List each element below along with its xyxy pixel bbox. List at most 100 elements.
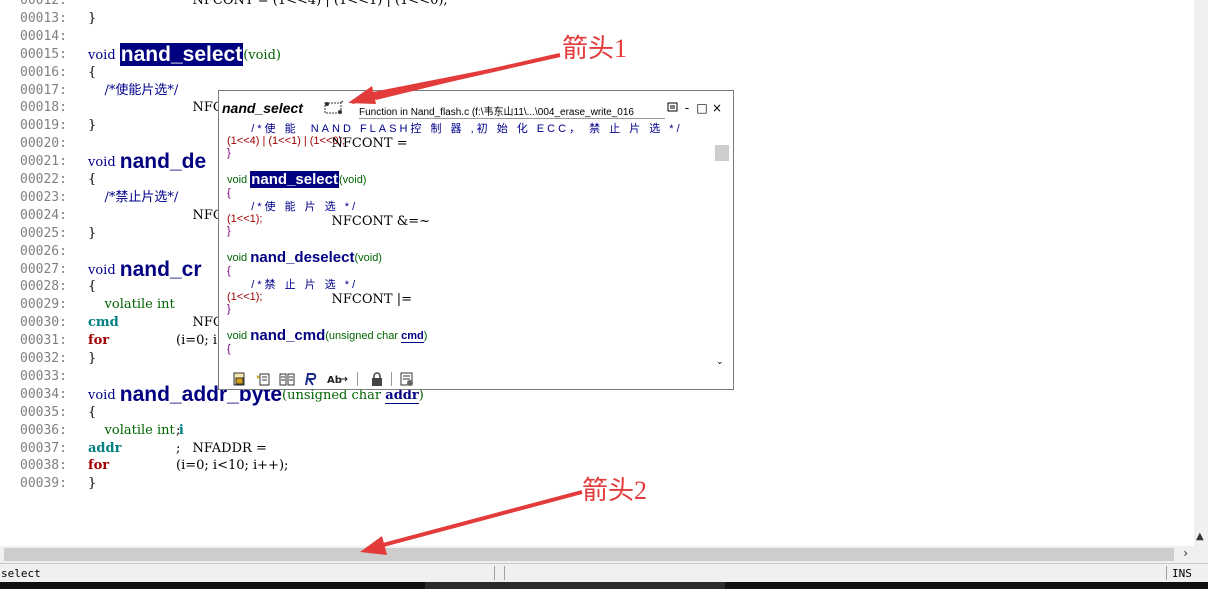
code-text: void nand_de xyxy=(88,151,206,172)
code-token: } xyxy=(88,10,97,26)
status-insert-mode: INS xyxy=(1172,567,1192,580)
code-text: } xyxy=(88,10,96,28)
line-number: 00014: xyxy=(20,28,67,44)
function-name: nand_select xyxy=(119,42,244,66)
code-text: { xyxy=(88,64,96,82)
code-token: ; xyxy=(176,440,181,456)
code-token: (void) xyxy=(338,174,367,186)
status-symbol-text: select xyxy=(1,567,41,580)
line-number: 00035: xyxy=(20,404,67,420)
popup-code-line: void nand_select(void) xyxy=(227,171,367,188)
popup-code-line: } xyxy=(227,147,231,160)
code-token: { xyxy=(227,265,231,277)
settings-icon[interactable] xyxy=(399,371,415,387)
status-divider xyxy=(504,566,505,580)
minimize-icon[interactable]: - xyxy=(681,101,693,115)
popup-code-line: } xyxy=(227,225,231,238)
scroll-down-icon[interactable]: ▲ xyxy=(1196,531,1204,542)
line-number: 00019: xyxy=(20,118,67,134)
code-token: void xyxy=(227,252,251,264)
taskbar xyxy=(0,582,1208,589)
line-number: 00025: xyxy=(20,225,67,241)
code-token: ) xyxy=(418,387,424,403)
popup-code-preview[interactable]: /*使 能 NAND FLASH控 制 器 ,初 始 化 ECC， 禁 止 片 … xyxy=(219,121,713,367)
toolbar-separator xyxy=(357,372,358,386)
popup-vertical-scrollbar[interactable]: ⌄ xyxy=(715,121,729,367)
code-token: { xyxy=(88,404,97,420)
code-text: for (i=0; i<1 xyxy=(88,332,236,350)
lock-icon[interactable] xyxy=(369,371,385,387)
code-token: (i=0; i<10; i++); xyxy=(176,458,289,474)
code-token: void xyxy=(88,47,120,63)
context-window-popup[interactable]: nand_select Function in Nand_flash.c (f:… xyxy=(218,90,734,390)
line-number: 00029: xyxy=(20,297,67,313)
highlight-icon[interactable] xyxy=(303,371,319,387)
code-text: void nand_select(void) xyxy=(88,42,281,66)
code-token: } xyxy=(88,118,97,134)
code-token: void xyxy=(227,330,251,342)
chevron-down-icon[interactable]: ⌄ xyxy=(716,357,724,367)
code-text: /*禁止片选*/ xyxy=(88,189,179,207)
popup-code-line: NFCONT &=~ (1<<1); xyxy=(227,213,430,229)
code-text: NFCCMD = cmd xyxy=(88,314,272,332)
horizontal-scroll-thumb[interactable] xyxy=(4,548,1174,561)
code-token: volatile int xyxy=(88,422,179,438)
popup-code-line: void nand_deselect(void) xyxy=(227,249,382,266)
line-number: 00026: xyxy=(20,243,67,259)
code-token: addr xyxy=(385,387,419,404)
code-token: } xyxy=(88,225,97,241)
scroll-right-icon[interactable]: › xyxy=(1183,546,1188,560)
popup-code-line: { xyxy=(227,265,231,278)
close-icon[interactable]: × xyxy=(711,101,723,115)
code-token: (1<<1); xyxy=(227,291,263,303)
code-token: { xyxy=(88,64,97,80)
line-number: 00036: xyxy=(20,422,67,438)
rename-icon[interactable]: Ab xyxy=(327,371,349,387)
lookup-reference-icon[interactable] xyxy=(231,371,247,387)
line-number: 00023: xyxy=(20,189,67,205)
popup-code-line: { xyxy=(227,187,231,200)
code-token: NFCONT = (1<<4) | (1<<1) | (1<<0); xyxy=(176,0,448,8)
code-token: { xyxy=(88,172,97,187)
code-token: ; xyxy=(176,422,181,438)
code-text: /*使能片选*/ xyxy=(88,82,179,100)
restore-icon[interactable]: □ xyxy=(696,101,708,115)
line-number: 00033: xyxy=(20,368,67,384)
popup-scroll-thumb[interactable] xyxy=(715,145,729,161)
line-number: 00028: xyxy=(20,279,67,295)
line-number: 00037: xyxy=(20,440,67,456)
code-text: void nand_cr xyxy=(88,259,202,280)
line-number: 00018: xyxy=(20,100,67,116)
popup-code-line: NFCONT |= (1<<1); xyxy=(227,291,412,307)
popup-code-line: } xyxy=(227,303,231,316)
code-token: /*禁止片选*/ xyxy=(88,189,179,205)
code-token: for xyxy=(88,458,110,474)
annotation-label-arrow2: 箭头2 xyxy=(582,476,648,505)
code-token: /*使 能 NAND FLASH控 制 器 ,初 始 化 ECC， 禁 止 片 … xyxy=(227,123,683,135)
code-token: { xyxy=(227,187,231,199)
line-number: 00030: xyxy=(20,315,67,331)
code-token: } xyxy=(227,225,231,237)
code-token: void xyxy=(88,387,120,403)
jump-to-definition-icon[interactable] xyxy=(255,371,271,387)
code-token: /*禁 止 片 选 */ xyxy=(227,279,359,291)
open-book-icon[interactable] xyxy=(279,371,295,387)
editor-vertical-scrollbar[interactable]: ▲ xyxy=(1194,0,1208,546)
code-text: volatile int i; xyxy=(88,422,184,440)
code-text: { xyxy=(88,171,96,189)
code-token: volatile int xyxy=(88,297,175,313)
popup-symbol-title: nand_select xyxy=(222,100,303,116)
code-token: (unsigned char xyxy=(282,387,386,403)
code-token: cmd xyxy=(88,315,119,331)
code-text: } xyxy=(88,117,96,135)
line-number: 00016: xyxy=(20,64,67,80)
editor-horizontal-scrollbar[interactable]: › xyxy=(0,546,1208,563)
symbol-window-icon[interactable] xyxy=(323,100,345,116)
function-name: nand_deselect xyxy=(250,249,355,266)
line-number: 00021: xyxy=(20,154,67,170)
code-text: for (i=0; i<10; i++); xyxy=(88,457,288,475)
popup-menu-icon[interactable] xyxy=(667,101,679,116)
code-token: { xyxy=(88,279,97,295)
code-token: /*使 能 片 选 */ xyxy=(227,201,359,213)
line-number: 00015: xyxy=(20,46,67,62)
